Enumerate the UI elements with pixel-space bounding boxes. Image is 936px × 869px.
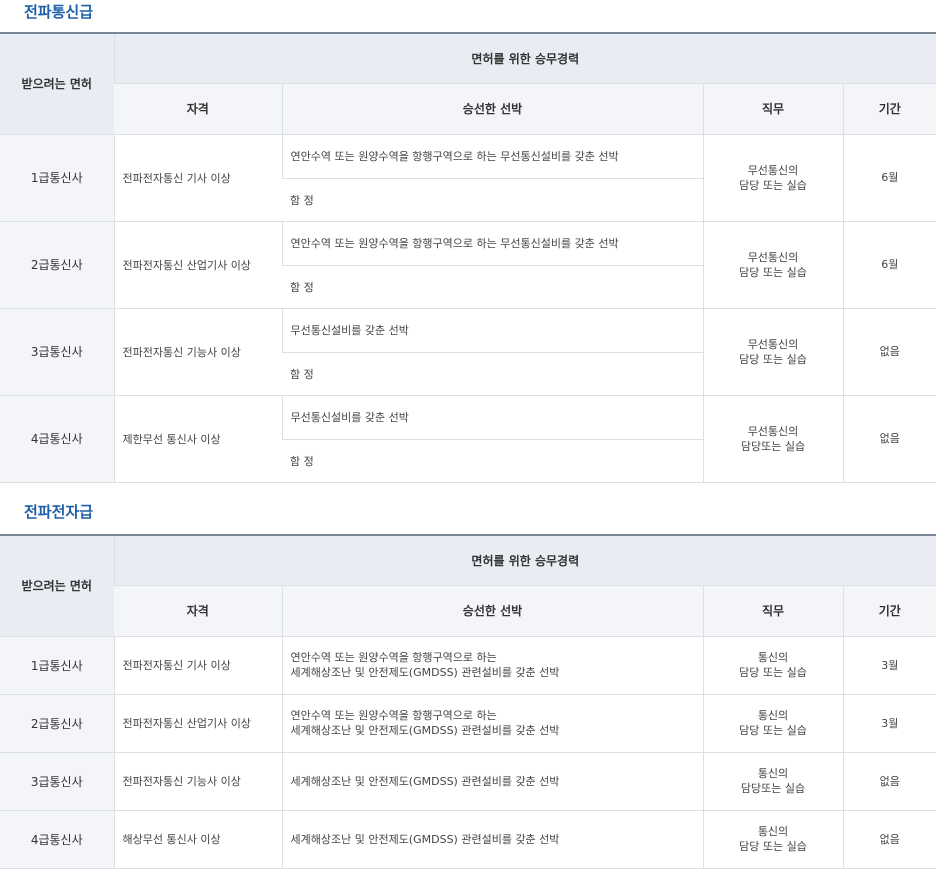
duty-line: 무선통신의 [747,250,799,264]
header-duty: 직무 [702,585,843,637]
ship-cell: 무선통신설비를 갖춘 선박 [281,395,703,440]
duty-line: 무선통신의 [747,163,799,177]
license-cell: 2급통신사 [0,694,114,753]
radio-electronics-table: 받으려는 면허 면허를 위한 승무경력 자격 승선한 선박 직무 기간 1급통신… [0,534,936,869]
duty-cell: 무선통신의 담당 또는 실습 [702,308,843,396]
period-cell: 3월 [842,636,936,695]
table-header-row: 받으려는 면허 면허를 위한 승무경력 [0,535,936,637]
duty-cell: 통신의 담당 또는 실습 [702,636,843,695]
ship-cell: 무선통신설비를 갖춘 선박 [281,308,703,353]
period-cell: 3월 [842,694,936,753]
license-cell: 4급통신사 [0,810,114,869]
ship-cell: 세계해상조난 및 안전제도(GMDSS) 관련설비를 갖춘 선박 [281,752,703,811]
ship-line: 세계해상조난 및 안전제도(GMDSS) 관련설비를 갖춘 선박 [290,666,560,679]
header-qualification: 자격 [114,83,282,135]
table-row: 2급통신사 전파전자통신 산업기사 이상 연안수역 또는 원양수역을 항행구역으… [0,221,936,309]
table-row: 3급통신사 전파전자통신 기능사 이상 무선통신설비를 갖춘 선박 무선통신의 … [0,308,936,396]
period-cell: 없음 [842,395,936,483]
section-title-radio-communication: 전파통신급 [24,3,94,21]
table-row: 1급통신사 전파전자통신 기사 이상 연안수역 또는 원양수역을 항행구역으로 … [0,134,936,222]
qualification-cell: 전파전자통신 산업기사 이상 [113,221,282,309]
license-cell: 1급통신사 [0,134,114,222]
duty-line: 무선통신의 [747,424,799,438]
header-license: 받으려는 면허 [0,535,114,637]
header-license: 받으려는 면허 [0,33,114,135]
duty-line: 담당 또는 실습 [739,666,807,679]
header-period: 기간 [842,585,936,637]
ship-cell: 연안수역 또는 원양수역을 항행구역으로 하는 무선통신설비를 갖춘 선박 [281,221,703,266]
ship-line: 연안수역 또는 원양수역을 항행구역으로 하는 [290,651,497,664]
duty-line: 담당 또는 실습 [739,265,807,279]
table-row: 2급통신사 전파전자통신 산업기사 이상 연안수역 또는 원양수역을 항행구역으… [0,694,936,753]
table-subheader-row: 자격 승선한 선박 직무 기간 [0,585,936,637]
header-duty: 직무 [702,83,843,135]
table-subheader-row: 자격 승선한 선박 직무 기간 [0,83,936,135]
ship-cell-warship: 함 정 [282,439,703,483]
license-cell: 2급통신사 [0,221,114,309]
qualification-cell: 해상무선 통신사 이상 [113,810,282,869]
license-cell: 1급통신사 [0,636,114,695]
duty-line: 담당 또는 실습 [739,352,807,366]
header-experience: 면허를 위한 승무경력 [113,33,936,84]
qualification-cell: 전파전자통신 산업기사 이상 [113,694,282,753]
period-cell: 없음 [842,752,936,811]
table-row: 4급통신사 제한무선 통신사 이상 무선통신설비를 갖춘 선박 무선통신의 담당… [0,395,936,483]
header-ship: 승선한 선박 [281,585,703,637]
ship-cell: 연안수역 또는 원양수역을 항행구역으로 하는 세계해상조난 및 안전제도(GM… [281,636,703,695]
ship-cell: 연안수역 또는 원양수역을 항행구역으로 하는 세계해상조난 및 안전제도(GM… [281,694,703,753]
license-cell: 4급통신사 [0,395,114,483]
duty-cell: 통신의 담당 또는 실습 [702,694,843,753]
duty-line: 통신의 [757,767,789,780]
ship-cell: 연안수역 또는 원양수역을 항행구역으로 하는 무선통신설비를 갖춘 선박 [281,134,703,179]
period-cell: 6월 [842,134,936,222]
duty-line: 통신의 [757,825,789,838]
table-row: 3급통신사 전파전자통신 기능사 이상 세계해상조난 및 안전제도(GMDSS)… [0,752,936,811]
duty-cell: 무선통신의 담당 또는 실습 [702,134,843,222]
duty-line: 담당 또는 실습 [739,724,807,737]
duty-line: 통신의 [757,709,789,722]
duty-line: 담당 또는 실습 [739,840,807,853]
header-period: 기간 [842,83,936,135]
ship-cell-warship: 함 정 [282,352,703,396]
duty-line: 무선통신의 [747,337,799,351]
section-title-radio-electronics: 전파전자급 [24,503,94,521]
header-ship: 승선한 선박 [281,83,703,135]
qualification-cell: 전파전자통신 기능사 이상 [113,752,282,811]
qualification-cell: 제한무선 통신사 이상 [113,395,282,483]
ship-cell-warship: 함 정 [282,178,703,222]
period-cell: 없음 [842,810,936,869]
qualification-cell: 전파전자통신 기능사 이상 [113,308,282,396]
duty-cell: 무선통신의 담당또는 실습 [702,395,843,483]
license-cell: 3급통신사 [0,752,114,811]
duty-line: 통신의 [757,651,789,664]
duty-cell: 통신의 담당 또는 실습 [702,810,843,869]
ship-cell-warship: 함 정 [282,265,703,309]
duty-cell: 통신의 담당또는 실습 [702,752,843,811]
period-cell: 6월 [842,221,936,309]
period-cell: 없음 [842,308,936,396]
table-row: 1급통신사 전파전자통신 기사 이상 연안수역 또는 원양수역을 항행구역으로 … [0,636,936,695]
ship-line: 연안수역 또는 원양수역을 항행구역으로 하는 [290,709,497,722]
header-qualification: 자격 [114,585,282,637]
qualification-cell: 전파전자통신 기사 이상 [113,636,282,695]
header-experience: 면허를 위한 승무경력 [113,535,936,586]
table-row: 4급통신사 해상무선 통신사 이상 세계해상조난 및 안전제도(GMDSS) 관… [0,810,936,869]
qualification-cell: 전파전자통신 기사 이상 [113,134,282,222]
ship-cell: 세계해상조난 및 안전제도(GMDSS) 관련설비를 갖춘 선박 [281,810,703,869]
duty-line: 담당또는 실습 [740,782,806,795]
duty-line: 담당또는 실습 [740,439,806,453]
duty-cell: 무선통신의 담당 또는 실습 [702,221,843,309]
table-header-row: 받으려는 면허 면허를 위한 승무경력 [0,33,936,135]
radio-communication-table: 받으려는 면허 면허를 위한 승무경력 자격 승선한 선박 직무 기간 1급통신… [0,32,936,483]
license-cell: 3급통신사 [0,308,114,396]
ship-line: 세계해상조난 및 안전제도(GMDSS) 관련설비를 갖춘 선박 [290,724,560,737]
duty-line: 담당 또는 실습 [739,178,807,192]
